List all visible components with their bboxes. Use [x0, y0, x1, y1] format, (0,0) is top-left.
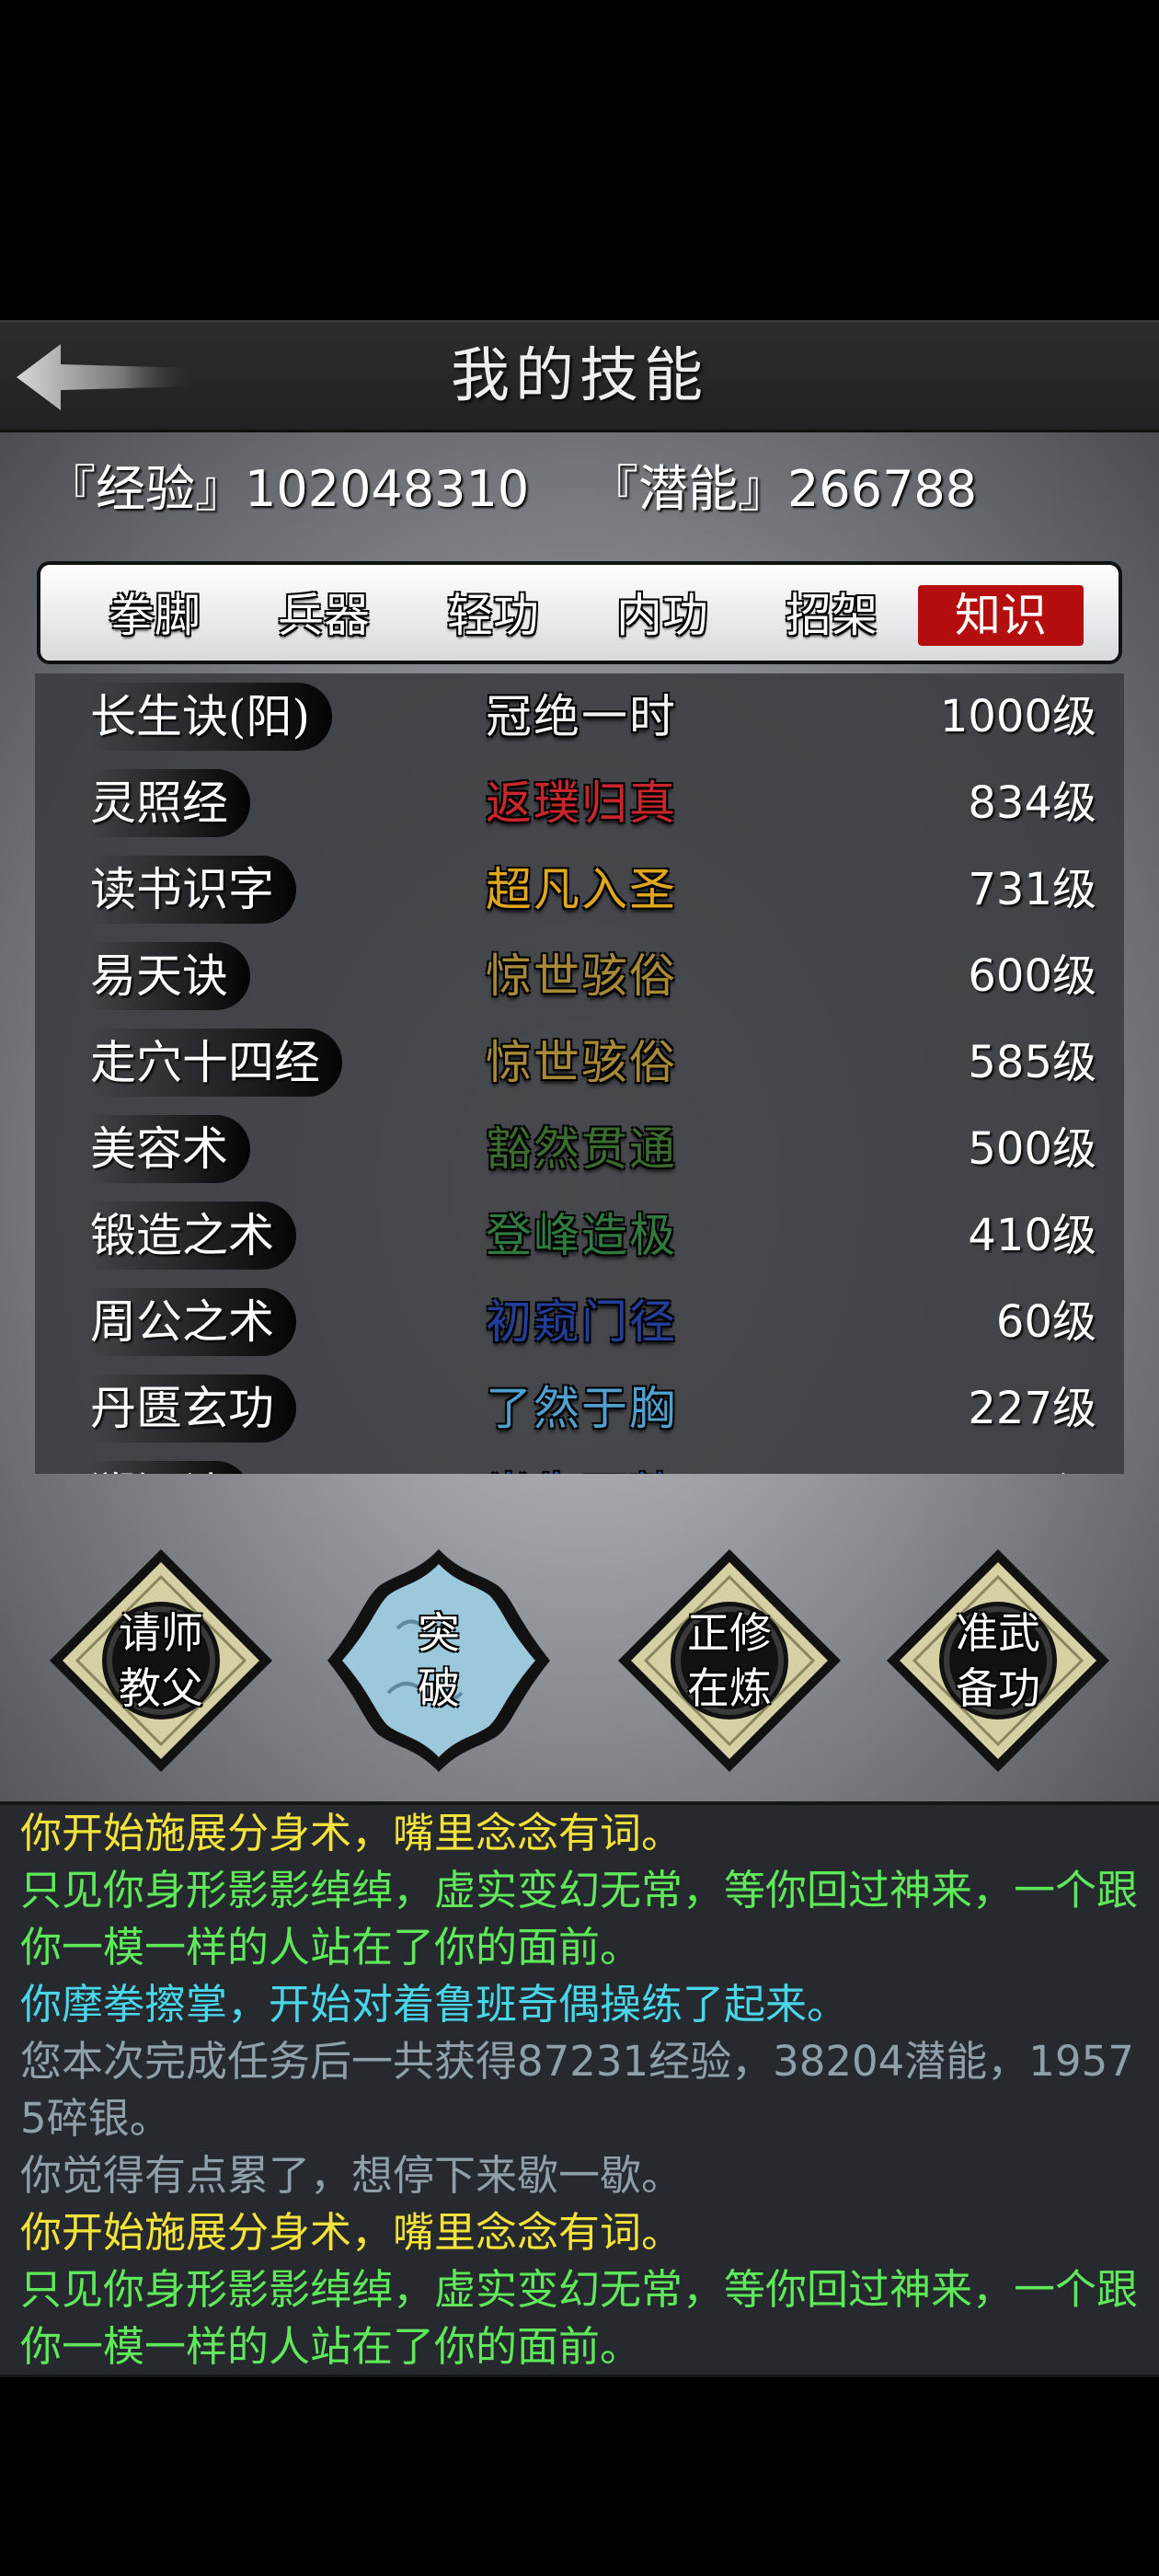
- skill-level: 1000级: [939, 691, 1096, 742]
- log-line: 您本次完成任务后一共获得87231经验，38204潜能，19575碎银。: [20, 2037, 1134, 2143]
- skill-name: 走穴十四经: [90, 1029, 342, 1097]
- page-title: 我的技能: [451, 342, 708, 410]
- action-label-line2: 破: [418, 1663, 460, 1713]
- skill-row[interactable]: 锻造之术 登峰造极 410级: [35, 1192, 1124, 1279]
- skill-name: 丹匮玄功: [90, 1374, 296, 1443]
- skill-row[interactable]: 溯源诀 半生不熟 126级: [35, 1452, 1124, 1474]
- experience-label: 『经验』: [46, 460, 245, 518]
- skill-rank: 登峰造极: [486, 1209, 677, 1262]
- skill-rank: 惊世骇俗: [486, 949, 677, 1003]
- skill-name: 溯源诀: [90, 1461, 250, 1474]
- log-line: 你觉得有点累了，想停下来歇一歇。: [20, 2151, 683, 2200]
- skill-row[interactable]: 走穴十四经 惊世骇俗 585级: [35, 1019, 1124, 1106]
- tab-fist[interactable]: 拳脚: [72, 585, 237, 646]
- action-label-line2: 备功: [956, 1663, 1040, 1713]
- skill-row[interactable]: 长生诀(阳) 冠绝一时 1000级: [35, 673, 1124, 760]
- action-label-line1: 突: [418, 1608, 460, 1658]
- request-master-button[interactable]: 请师 教父: [46, 1546, 276, 1776]
- action-buttons: 请师 教父 突 破 正修 在炼 准武 备功: [0, 1546, 1159, 1776]
- skill-rank: 惊世骇俗: [486, 1036, 677, 1089]
- experience-value: 102048310: [245, 460, 530, 518]
- stats-bar: 『经验』102048310 『潜能』266788: [37, 453, 1122, 526]
- message-log[interactable]: 你开始施展分身术，嘴里念念有词。只见你身形影影绰绰，虚实变幻无常，等你回过神来，…: [0, 1801, 1159, 2377]
- skill-rank: 了然于胸: [486, 1382, 677, 1435]
- tab-inner[interactable]: 内功: [580, 585, 745, 646]
- skill-rank: 初窥门径: [486, 1295, 677, 1349]
- skill-name: 美容术: [90, 1115, 250, 1183]
- log-line: 只见你身形影影绰绰，虚实变幻无常，等你回过神来，一个跟你一模一样的人站在了你的面…: [20, 1866, 1139, 1972]
- skill-name: 锻造之术: [90, 1202, 296, 1270]
- skill-rank: 超凡入圣: [486, 863, 677, 916]
- skill-level: 600级: [968, 950, 1096, 1002]
- skill-level: 227级: [968, 1383, 1096, 1434]
- tab-weapon[interactable]: 兵器: [241, 585, 407, 646]
- potential-value: 266788: [787, 460, 978, 518]
- skill-name: 灵照经: [90, 769, 250, 837]
- practicing-button[interactable]: 正修 在炼: [614, 1546, 844, 1776]
- log-line: 你摩拳擦掌，开始对着鲁班奇偶操练了起来。: [20, 1980, 849, 2029]
- skill-rank: 半生不熟: [486, 1461, 677, 1474]
- skill-name: 周公之术: [90, 1288, 296, 1356]
- skill-rank: 冠绝一时: [486, 690, 677, 743]
- skill-row[interactable]: 灵照经 返璞归真 834级: [35, 760, 1124, 846]
- action-label-line2: 在炼: [687, 1663, 772, 1713]
- skill-row[interactable]: 易天诀 惊世骇俗 600级: [35, 933, 1124, 1019]
- skill-level: 834级: [968, 777, 1096, 829]
- skill-row[interactable]: 美容术 豁然贯通 500级: [35, 1106, 1124, 1192]
- skill-row[interactable]: 周公之术 初窥门径 60级: [35, 1279, 1124, 1365]
- action-label-line1: 请师: [119, 1608, 203, 1658]
- skill-name: 长生诀(阳): [90, 683, 333, 751]
- status-area: [0, 0, 1159, 320]
- prepare-skill-button[interactable]: 准武 备功: [883, 1546, 1113, 1776]
- skill-name: 易天诀: [90, 942, 250, 1010]
- skill-list[interactable]: 长生诀(阳) 冠绝一时 1000级灵照经 返璞归真 834级读书识字 超凡入圣 731级易天…: [35, 673, 1124, 1474]
- action-label-line2: 教父: [119, 1663, 203, 1713]
- action-label-line1: 准武: [956, 1608, 1040, 1658]
- skill-row[interactable]: 丹匮玄功 了然于胸 227级: [35, 1365, 1124, 1452]
- log-line: 只见你身形影影绰绰，虚实变幻无常，等你回过神来，一个跟你一模一样的人站在了你的面…: [20, 2265, 1139, 2371]
- skill-level: 500级: [968, 1123, 1096, 1175]
- tab-parry[interactable]: 招架: [749, 585, 914, 646]
- skill-level: 126级: [968, 1461, 1096, 1474]
- potential-stat: 『潜能』266788: [589, 453, 977, 526]
- header-bar: 我的技能: [0, 320, 1159, 432]
- skills-panel: 『经验』102048310 『潜能』266788 拳脚 兵器 轻功 内功 招架 …: [0, 432, 1159, 1801]
- skill-name: 读书识字: [90, 856, 296, 924]
- skill-rank: 豁然贯通: [486, 1122, 677, 1176]
- experience-stat: 『经验』102048310: [46, 453, 529, 526]
- potential-label: 『潜能』: [589, 460, 787, 518]
- skill-level: 410级: [968, 1210, 1096, 1261]
- log-line: 你开始施展分身术，嘴里念念有词。: [20, 2208, 683, 2257]
- tab-knowledge[interactable]: 知识: [918, 585, 1084, 646]
- skill-level: 60级: [995, 1296, 1096, 1348]
- skill-rank: 返璞归真: [486, 776, 677, 830]
- tab-lightness[interactable]: 轻功: [410, 585, 576, 646]
- log-line: 你开始施展分身术，嘴里念念有词。: [20, 1809, 683, 1857]
- action-label-line1: 正修: [687, 1608, 772, 1658]
- skill-row[interactable]: 读书识字 超凡入圣 731级: [35, 846, 1124, 933]
- skill-level: 585级: [968, 1037, 1096, 1088]
- skill-level: 731级: [968, 864, 1096, 915]
- breakthrough-button[interactable]: 突 破: [324, 1546, 554, 1776]
- skill-category-tabs: 拳脚 兵器 轻功 内功 招架 知识: [37, 561, 1122, 664]
